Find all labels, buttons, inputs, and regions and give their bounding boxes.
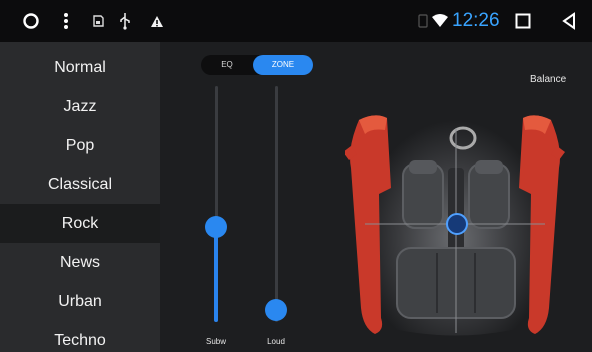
- balance-knob[interactable]: [446, 213, 468, 235]
- status-bar: 12:26: [0, 0, 592, 42]
- preset-urban[interactable]: Urban: [0, 282, 160, 321]
- preset-rock[interactable]: Rock: [0, 204, 160, 243]
- circle-icon[interactable]: [20, 0, 42, 42]
- wifi-icon: [430, 0, 450, 42]
- preset-techno[interactable]: Techno: [0, 321, 160, 352]
- loud-slider-knob[interactable]: [265, 299, 287, 321]
- preset-classical[interactable]: Classical: [0, 165, 160, 204]
- warning-icon: [146, 0, 168, 42]
- balance-label: Balance: [530, 74, 567, 85]
- signal-icon: [416, 0, 430, 42]
- sd-card-icon: [88, 0, 108, 42]
- loud-label: Loud: [267, 337, 285, 346]
- clock: 12:26: [452, 10, 500, 31]
- preset-list: Normal Jazz Pop Classical Rock News Urba…: [0, 42, 160, 352]
- dots-menu-icon[interactable]: [56, 0, 76, 42]
- subw-label: Subw: [205, 337, 226, 346]
- recent-apps-icon[interactable]: [510, 0, 536, 42]
- loud-slider-track[interactable]: [275, 86, 278, 322]
- subw-slider-knob[interactable]: [205, 216, 227, 238]
- preset-pop[interactable]: Pop: [0, 126, 160, 165]
- preset-normal[interactable]: Normal: [0, 48, 160, 87]
- preset-jazz[interactable]: Jazz: [0, 87, 160, 126]
- back-icon[interactable]: [556, 0, 582, 42]
- tab-eq[interactable]: EQ: [208, 55, 246, 75]
- tab-zone[interactable]: ZONE: [253, 55, 313, 75]
- subw-slider-fill: [214, 226, 218, 322]
- preset-news[interactable]: News: [0, 243, 160, 282]
- usb-icon: [114, 0, 136, 42]
